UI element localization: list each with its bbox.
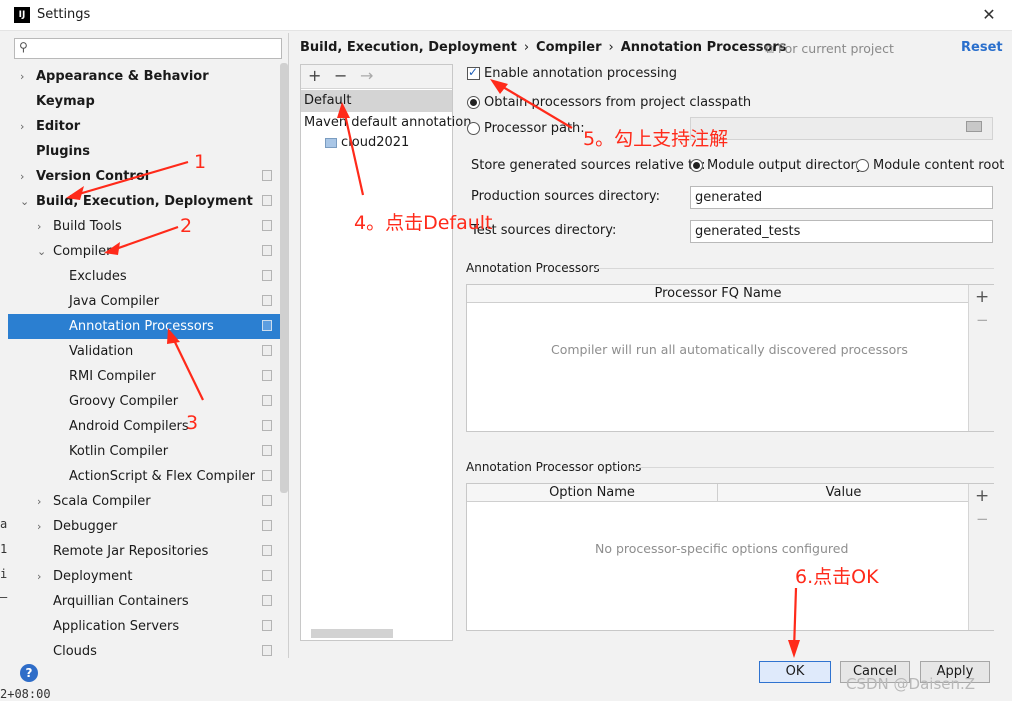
arrow-4 (342, 109, 365, 196)
arrowhead-4 (337, 102, 350, 118)
annotation-step-3: 3 (186, 412, 199, 434)
annotation-step-4: 4。点击Default (354, 212, 493, 234)
annotation-step-1: 1 (194, 151, 207, 173)
arrowhead-5 (490, 79, 508, 94)
annotation-step-6: 6.点击OK (795, 566, 879, 588)
annotation-arrows (66, 79, 800, 658)
watermark: CSDN @Daisen.Z (846, 675, 976, 693)
arrowhead-1 (66, 186, 84, 200)
arrowhead-6 (788, 640, 800, 658)
arrowhead-2 (104, 242, 120, 255)
arrow-2 (109, 225, 179, 253)
arrow-1 (71, 160, 189, 198)
arrowhead-3 (167, 328, 180, 344)
annotation-step-5: 5。勾上支持注解 (583, 128, 729, 150)
arrow-5 (497, 83, 573, 129)
arrow-3 (171, 335, 204, 401)
annotation-step-2: 2 (180, 215, 193, 237)
